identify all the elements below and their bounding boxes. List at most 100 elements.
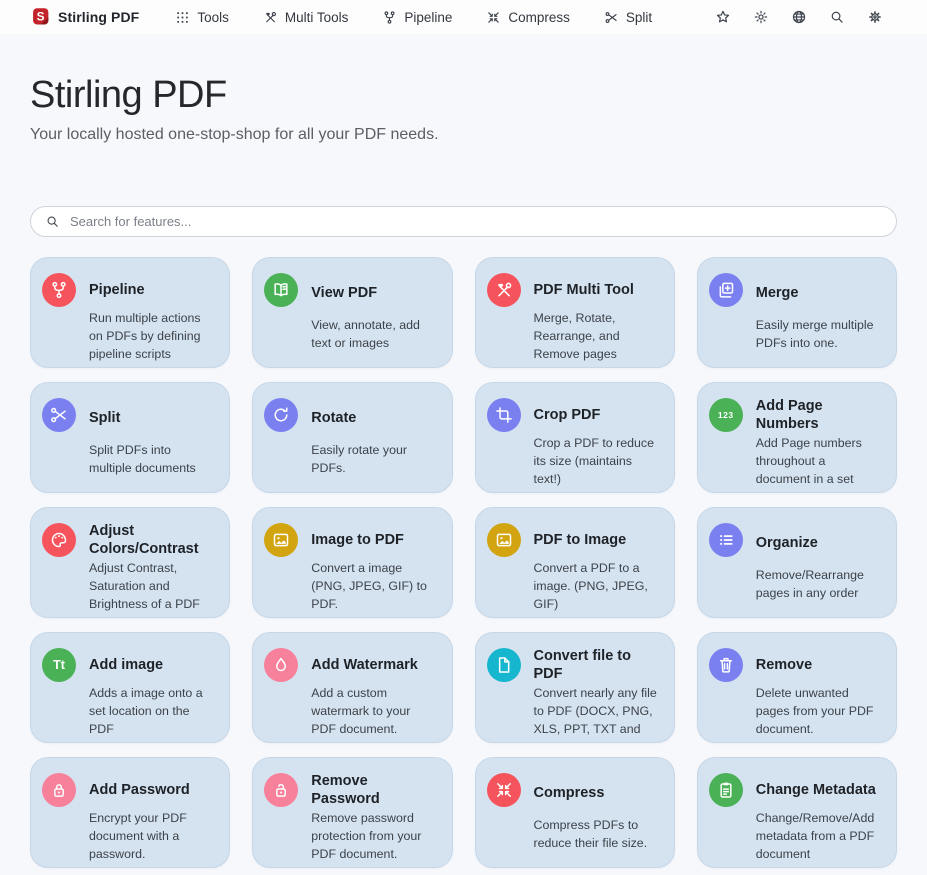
- scissors-icon: [49, 405, 69, 425]
- text-Tt-icon: Tt: [53, 658, 65, 672]
- card-description: Remove/Rearrange pages in any order: [756, 567, 883, 609]
- card-title: Image to PDF: [311, 523, 438, 557]
- card-title: Split: [89, 398, 216, 439]
- star-icon: [715, 9, 731, 25]
- card-pdf-to-image[interactable]: PDF to Image Convert a PDF to a image. (…: [475, 507, 675, 618]
- card-title: PDF to Image: [534, 523, 661, 557]
- merge-icon: [716, 280, 736, 300]
- gear-icon: [867, 9, 883, 25]
- settings-button[interactable]: [867, 9, 883, 25]
- card-title: Rotate: [311, 398, 438, 439]
- crop-icon: [494, 405, 514, 425]
- nav-item-split[interactable]: Split: [604, 10, 652, 25]
- clipboard-icon: [716, 780, 736, 800]
- theme-toggle-button[interactable]: [753, 9, 769, 25]
- card-description: Encrypt your PDF document with a passwor…: [89, 810, 216, 864]
- droplet-badge: [264, 648, 298, 682]
- file-icon: [494, 655, 514, 675]
- card-view-pdf[interactable]: View PDF View, annotate, add text or ima…: [252, 257, 452, 368]
- card-description: Easily merge multiple PDFs into one.: [756, 317, 883, 359]
- feature-search-bar[interactable]: [30, 206, 897, 237]
- main-content: Stirling PDF Your locally hosted one-sto…: [0, 74, 927, 868]
- book-open-badge: [264, 273, 298, 307]
- card-title: Change Metadata: [756, 773, 883, 807]
- crop-badge: [487, 398, 521, 432]
- card-add-page-numbers[interactable]: 123 Add Page Numbers Add Page numbers th…: [697, 382, 897, 493]
- card-description: Remove password protection from your PDF…: [311, 810, 438, 864]
- card-description: View, annotate, add text or images: [311, 317, 438, 359]
- list-icon: [716, 530, 736, 550]
- pipeline-badge: [42, 273, 76, 307]
- card-crop-pdf[interactable]: Crop PDF Crop a PDF to reduce its size (…: [475, 382, 675, 493]
- card-title: Merge: [756, 273, 883, 314]
- card-add-password[interactable]: Add Password Encrypt your PDF document w…: [30, 757, 230, 868]
- clipboard-badge: [709, 773, 743, 807]
- brand-label: Stirling PDF: [58, 9, 139, 25]
- card-title: Remove: [756, 648, 883, 682]
- card-remove[interactable]: Remove Delete unwanted pages from your P…: [697, 632, 897, 743]
- text-Tt-badge: Tt: [42, 648, 76, 682]
- nav-actions: [715, 9, 883, 25]
- nav-item-compress[interactable]: Compress: [486, 10, 570, 25]
- nav-item-tools[interactable]: Tools: [175, 10, 229, 25]
- card-description: Merge, Rotate, Rearrange, and Remove pag…: [534, 310, 661, 364]
- card-merge[interactable]: Merge Easily merge multiple PDFs into on…: [697, 257, 897, 368]
- multi-tools-icon: [494, 280, 514, 300]
- card-compress[interactable]: Compress Compress PDFs to reduce their f…: [475, 757, 675, 868]
- card-title: View PDF: [311, 273, 438, 314]
- search-icon: [829, 9, 845, 25]
- card-change-metadata[interactable]: Change Metadata Change/Remove/Add metada…: [697, 757, 897, 868]
- card-description: Compress PDFs to reduce their file size.: [534, 817, 661, 859]
- card-organize[interactable]: Organize Remove/Rearrange pages in any o…: [697, 507, 897, 618]
- language-button[interactable]: [791, 9, 807, 25]
- grid-icon: [175, 10, 190, 25]
- feature-card-grid: Pipeline Run multiple actions on PDFs by…: [30, 257, 897, 868]
- card-convert-file-to-pdf[interactable]: Convert file to PDF Convert nearly any f…: [475, 632, 675, 743]
- card-pdf-multi-tool[interactable]: PDF Multi Tool Merge, Rotate, Rearrange,…: [475, 257, 675, 368]
- nav-item-multi-tools[interactable]: Multi Tools: [263, 10, 349, 25]
- unlock-badge: [264, 773, 298, 807]
- card-title: PDF Multi Tool: [534, 273, 661, 307]
- card-rotate[interactable]: Rotate Easily rotate your PDFs.: [252, 382, 452, 493]
- trash-badge: [709, 648, 743, 682]
- card-image-to-pdf[interactable]: Image to PDF Convert a image (PNG, JPEG,…: [252, 507, 452, 618]
- page-title: Stirling PDF: [30, 74, 897, 117]
- brand[interactable]: S Stirling PDF: [30, 6, 139, 28]
- card-description: Change/Remove/Add metadata from a PDF do…: [756, 810, 883, 864]
- card-description: Split PDFs into multiple documents: [89, 442, 216, 484]
- navbar: S Stirling PDF Tools Multi Tools Pipeline C…: [0, 0, 927, 34]
- feature-search-input[interactable]: [70, 214, 882, 229]
- nav-item-label: Compress: [508, 10, 570, 25]
- card-title: Add image: [89, 648, 216, 682]
- favourites-button[interactable]: [715, 9, 731, 25]
- compress-icon: [494, 780, 514, 800]
- nav-item-pipeline[interactable]: Pipeline: [382, 10, 452, 25]
- scissors-badge: [42, 398, 76, 432]
- card-title: Pipeline: [89, 273, 216, 307]
- image-icon: [494, 530, 514, 550]
- card-pipeline[interactable]: Pipeline Run multiple actions on PDFs by…: [30, 257, 230, 368]
- card-add-watermark[interactable]: Add Watermark Add a custom watermark to …: [252, 632, 452, 743]
- card-description: Convert a PDF to a image. (PNG, JPEG, GI…: [534, 560, 661, 614]
- page-subtitle: Your locally hosted one-stop-shop for al…: [30, 126, 897, 144]
- palette-icon: [49, 530, 69, 550]
- lock-icon: [49, 780, 69, 800]
- card-add-image[interactable]: Tt Add image Adds a image onto a set loc…: [30, 632, 230, 743]
- nav-menu: Tools Multi Tools Pipeline Compress Split: [175, 10, 652, 25]
- file-badge: [487, 648, 521, 682]
- search-button[interactable]: [829, 9, 845, 25]
- nav-item-label: Tools: [197, 10, 229, 25]
- nav-item-label: Multi Tools: [285, 10, 349, 25]
- brightness-icon: [753, 9, 769, 25]
- card-split[interactable]: Split Split PDFs into multiple documents: [30, 382, 230, 493]
- card-remove-password[interactable]: Remove Password Remove password protecti…: [252, 757, 452, 868]
- rotate-badge: [264, 398, 298, 432]
- card-adjust-colors-contrast[interactable]: Adjust Colors/Contrast Adjust Contrast, …: [30, 507, 230, 618]
- numbers-123-badge: 123: [709, 398, 743, 432]
- pipeline-icon: [49, 280, 69, 300]
- card-description: Crop a PDF to reduce its size (maintains…: [534, 435, 661, 489]
- multi-tools-icon: [263, 10, 278, 25]
- nav-item-label: Pipeline: [404, 10, 452, 25]
- card-title: Remove Password: [311, 773, 438, 807]
- image-badge: [487, 523, 521, 557]
